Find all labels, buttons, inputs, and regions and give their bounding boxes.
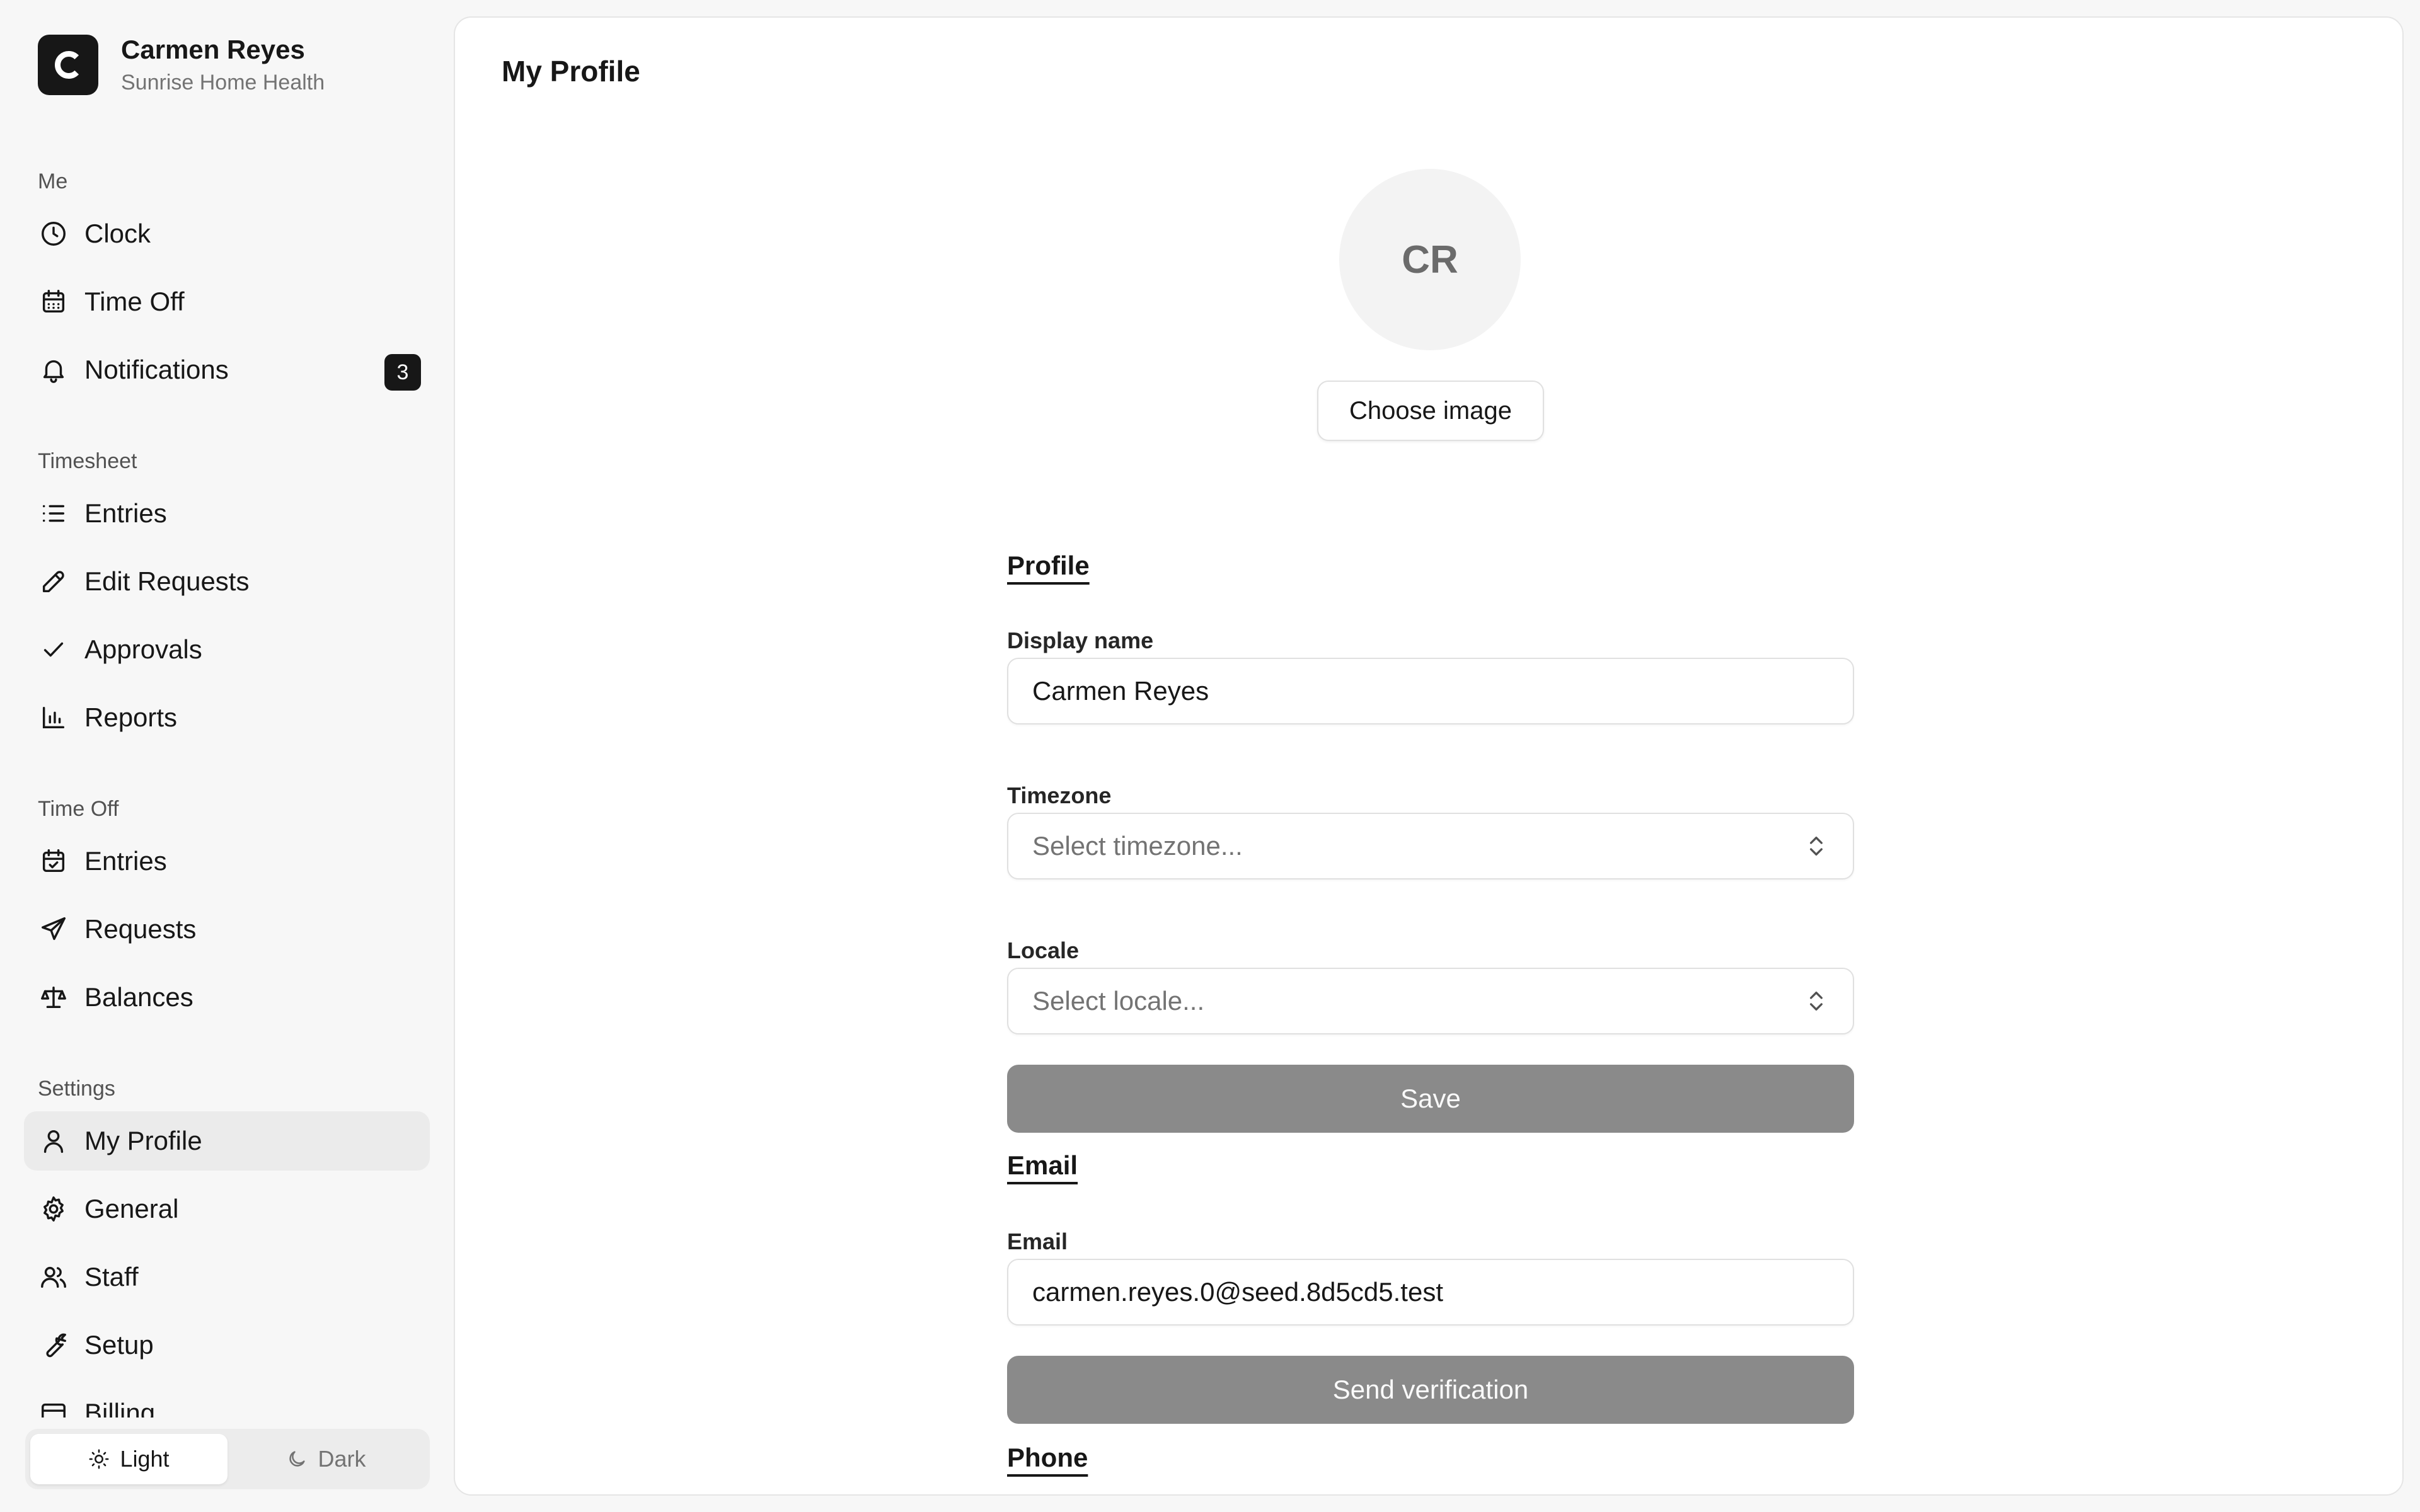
sidebar-item-label: Requests: [84, 914, 197, 944]
main-panel: My Profile CR Choose image Profile Displ…: [454, 16, 2404, 1496]
sidebar-item-label: Reports: [84, 702, 178, 732]
sidebar-item-approvals[interactable]: Approvals: [24, 620, 430, 679]
profile-section-title: Profile: [1007, 551, 1090, 580]
sidebar-item-label: Edit Requests: [84, 566, 250, 596]
sidebar-item-timeoff-entries[interactable]: Entries: [24, 832, 430, 891]
page-title: My Profile: [502, 55, 640, 88]
credit-card-icon: [38, 1397, 69, 1418]
clock-icon: [38, 218, 69, 249]
sidebar-item-my-profile[interactable]: My Profile: [24, 1111, 430, 1171]
bar-chart-icon: [38, 702, 69, 733]
sidebar-item-staff[interactable]: Staff: [24, 1247, 430, 1307]
sidebar-item-setup[interactable]: Setup: [24, 1315, 430, 1375]
avatar: CR: [1339, 169, 1521, 350]
sidebar: Carmen Reyes Sunrise Home Health Me Cloc…: [0, 0, 454, 1512]
save-button[interactable]: Save: [1007, 1065, 1854, 1133]
list-icon: [38, 498, 69, 529]
sidebar-item-label: Entries: [84, 846, 167, 876]
theme-dark-option[interactable]: Dark: [228, 1434, 425, 1484]
chevrons-up-down-icon: [1810, 837, 1823, 856]
bell-icon: [38, 354, 69, 386]
display-name-input[interactable]: [1007, 658, 1854, 724]
sidebar-item-label: Time Off: [84, 287, 185, 316]
calendar-icon: [38, 286, 69, 318]
sidebar-item-label: Setup: [84, 1330, 154, 1360]
nav-group-settings: Settings: [38, 1077, 115, 1101]
theme-light-option[interactable]: Light: [30, 1434, 228, 1484]
sidebar-item-label: Clock: [84, 219, 151, 248]
locale-label: Locale: [1007, 937, 1080, 963]
sidebar-item-requests[interactable]: Requests: [24, 900, 430, 959]
theme-toggle: Light Dark: [25, 1429, 430, 1489]
sun-icon: [89, 1449, 109, 1469]
timezone-select[interactable]: Select timezone...: [1007, 813, 1854, 879]
sidebar-item-balances[interactable]: Balances: [24, 968, 430, 1027]
calendar-check-icon: [38, 845, 69, 877]
phone-section-title: Phone: [1007, 1443, 1088, 1472]
sidebar-item-label: Balances: [84, 982, 193, 1012]
send-verification-button[interactable]: Send verification: [1007, 1356, 1854, 1424]
chevrons-up-down-icon: [1810, 992, 1823, 1011]
scale-icon: [38, 982, 69, 1013]
sidebar-item-billing[interactable]: Billing: [24, 1383, 430, 1418]
gear-icon: [38, 1193, 69, 1225]
notification-count-badge: 3: [384, 354, 421, 391]
email-input[interactable]: [1007, 1259, 1854, 1326]
locale-placeholder: Select locale...: [1032, 986, 1205, 1016]
timezone-placeholder: Select timezone...: [1032, 831, 1243, 861]
sidebar-item-label: Approvals: [84, 634, 202, 664]
theme-light-label: Light: [120, 1446, 170, 1472]
email-label: Email: [1007, 1228, 1068, 1254]
sidebar-item-timesheet-entries[interactable]: Entries: [24, 484, 430, 543]
sidebar-item-clock[interactable]: Clock: [24, 204, 430, 263]
sidebar-item-edit-requests[interactable]: Edit Requests: [24, 552, 430, 611]
nav-list: Me Clock Time Off Notifications 3 Timesh…: [0, 0, 454, 1418]
check-icon: [38, 634, 69, 665]
sidebar-item-time-off[interactable]: Time Off: [24, 272, 430, 331]
sidebar-item-label: Staff: [84, 1262, 139, 1292]
pencil-icon: [38, 566, 69, 597]
wrench-icon: [38, 1329, 69, 1361]
timezone-label: Timezone: [1007, 782, 1112, 808]
sidebar-item-label: Entries: [84, 498, 167, 528]
moon-icon: [289, 1451, 306, 1467]
nav-group-time-off: Time Off: [38, 797, 119, 821]
users-icon: [38, 1261, 69, 1293]
user-icon: [38, 1125, 69, 1157]
display-name-label: Display name: [1007, 627, 1154, 653]
sidebar-item-reports[interactable]: Reports: [24, 688, 430, 747]
sidebar-item-label: My Profile: [84, 1126, 202, 1155]
choose-image-button[interactable]: Choose image: [1317, 381, 1544, 441]
nav-group-timesheet: Timesheet: [38, 449, 137, 473]
send-icon: [38, 914, 69, 945]
nav-group-me: Me: [38, 169, 68, 193]
locale-select[interactable]: Select locale...: [1007, 968, 1854, 1034]
sidebar-item-label: Billing: [84, 1398, 156, 1418]
sidebar-item-general[interactable]: General: [24, 1179, 430, 1239]
email-section-title: Email: [1007, 1150, 1078, 1180]
sidebar-item-label: Notifications: [84, 355, 229, 384]
sidebar-item-label: General: [84, 1194, 179, 1223]
sidebar-item-notifications[interactable]: Notifications 3: [24, 340, 430, 399]
theme-dark-label: Dark: [318, 1446, 366, 1472]
